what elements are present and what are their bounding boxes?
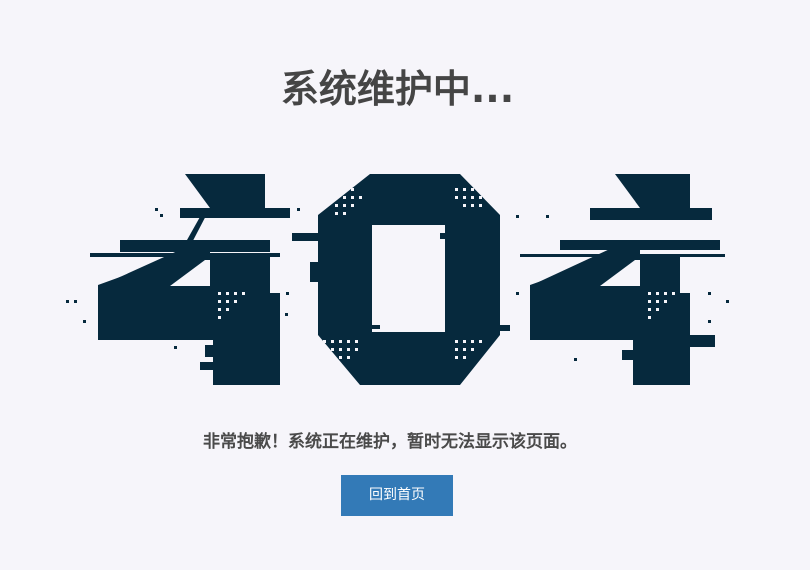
page-title: 系统维护中... [280, 67, 515, 111]
error-404-illustration [66, 174, 729, 385]
maintenance-message: 非常抱歉！系统正在维护，暂时无法显示该页面。 [203, 432, 577, 452]
glitch-digit-0 [292, 174, 510, 385]
home-button[interactable]: 回到首页 [341, 475, 453, 516]
maintenance-page: 系统维护中... 非常抱歉！系统正在维护，暂时无法显示该页面。 回到首页 [0, 0, 810, 570]
